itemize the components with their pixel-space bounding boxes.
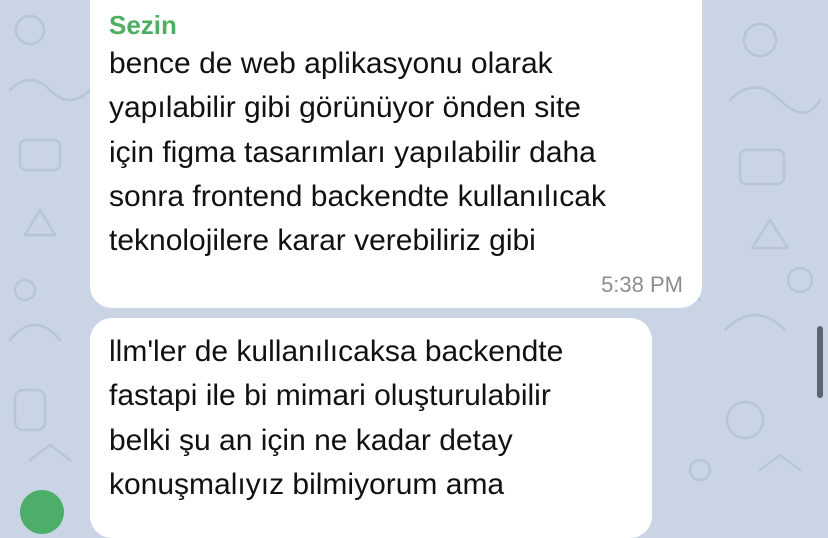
scrollbar[interactable]: [817, 326, 823, 398]
message-bubble[interactable]: Sezin bence de web aplikasyonu olarak ya…: [90, 0, 702, 308]
message-bubble[interactable]: llm'ler de kullanılıcaksa backendte fast…: [90, 318, 652, 538]
message-text: bence de web aplikasyonu olarak yapılabi…: [109, 47, 606, 258]
sender-name[interactable]: Sezin: [109, 10, 682, 40]
message-timestamp: 5:38 PM: [601, 272, 683, 297]
avatar[interactable]: [20, 490, 64, 534]
message-text: llm'ler de kullanılıcaksa backendte fast…: [109, 335, 564, 501]
